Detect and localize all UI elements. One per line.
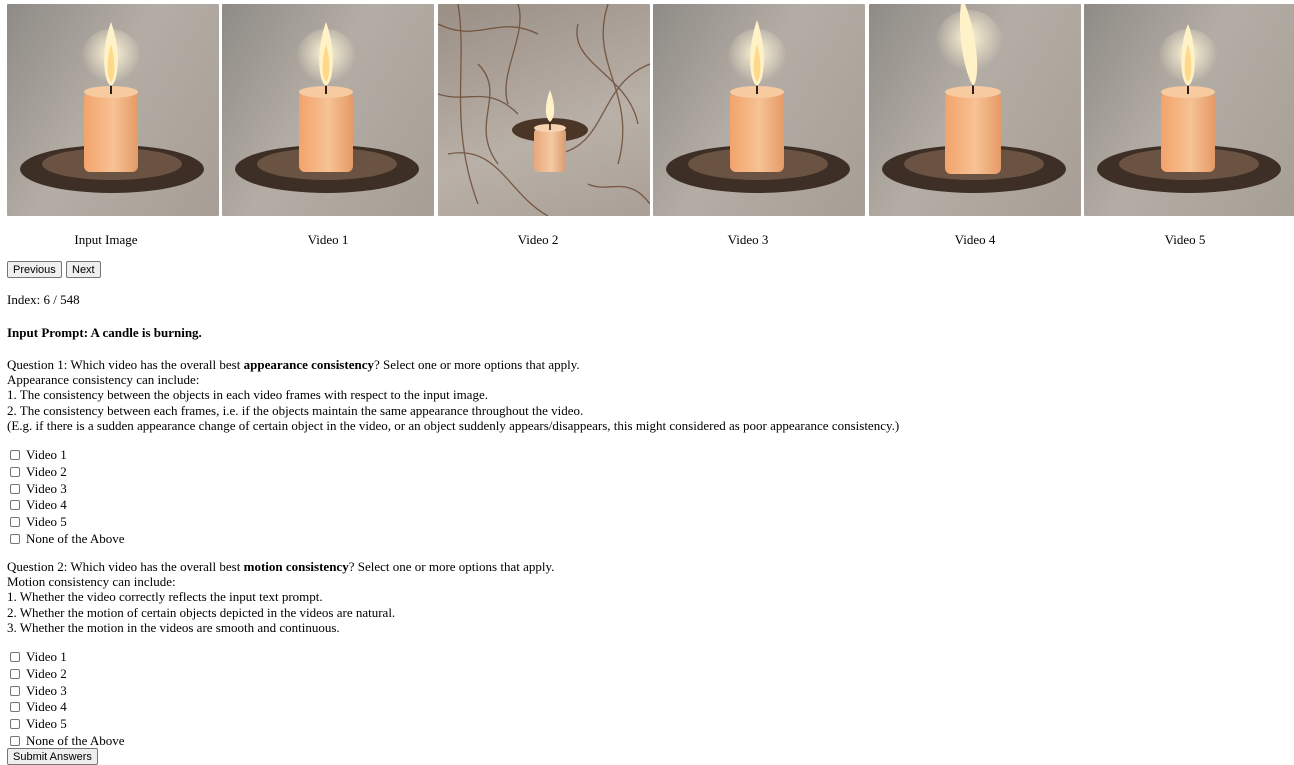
checkbox[interactable]: [10, 500, 20, 511]
checkbox[interactable]: [10, 517, 20, 528]
media-gallery: [7, 4, 1294, 216]
question-1-prefix: Question 1: Which video has the overall …: [7, 357, 244, 372]
question-1-options: Video 1 Video 2 Video 3 Video 4 Video 5 …: [10, 447, 125, 547]
caption-video-5: Video 5: [1164, 232, 1206, 247]
question-1-suffix: ? Select one or more options that apply.: [373, 357, 580, 372]
question-1-line: 2. The consistency between each frames, …: [7, 402, 584, 418]
checkbox[interactable]: [10, 685, 20, 696]
caption-video-2: Video 2: [517, 232, 559, 247]
question-1-text: Question 1: Which video has the overall …: [7, 357, 899, 433]
caption-input-image: Input Image: [74, 232, 138, 247]
checkbox[interactable]: [10, 652, 20, 663]
option-label: Video 4: [26, 699, 67, 715]
question-1-line: (E.g. if there is a sudden appearance ch…: [7, 417, 900, 433]
question-2-line: 1. Whether the video correctly reflects …: [7, 589, 323, 605]
caption-video-1: Video 1: [307, 232, 349, 247]
q2-option-video-5[interactable]: Video 5: [10, 716, 125, 733]
question-2-line: 2. Whether the motion of certain objects…: [7, 604, 396, 620]
q2-option-video-4[interactable]: Video 4: [10, 699, 125, 716]
question-2-line: Motion consistency can include:: [7, 574, 176, 590]
checkbox[interactable]: [10, 483, 20, 494]
question-2-text: Question 2: Which video has the overall …: [7, 559, 554, 635]
question-2-prefix: Question 2: Which video has the overall …: [7, 559, 244, 574]
video-4-thumbnail: [869, 4, 1081, 216]
option-label: None of the Above: [26, 732, 125, 748]
video-3-thumbnail: [653, 4, 865, 216]
question-2-title: Question 2: Which video has the overall …: [7, 559, 554, 574]
input-prompt: Input Prompt: A candle is burning.: [7, 325, 202, 340]
question-2-emphasis: motion consistency: [243, 559, 349, 574]
question-1-line: 1. The consistency between the objects i…: [7, 387, 488, 403]
q2-option-video-1[interactable]: Video 1: [10, 649, 125, 666]
question-1-line: Appearance consistency can include:: [7, 372, 200, 388]
checkbox[interactable]: [10, 467, 20, 478]
q1-option-video-3[interactable]: Video 3: [10, 480, 125, 497]
question-2-line: 3. Whether the motion in the videos are …: [7, 619, 340, 635]
previous-button[interactable]: Previous: [7, 261, 62, 278]
option-label: Video 5: [26, 716, 67, 732]
checkbox[interactable]: [10, 533, 20, 544]
q2-option-video-2[interactable]: Video 2: [10, 666, 125, 683]
question-1-emphasis: appearance consistency: [243, 357, 374, 372]
checkbox[interactable]: [10, 735, 20, 746]
video-1-thumbnail: [222, 4, 434, 216]
caption-video-3: Video 3: [727, 232, 769, 247]
option-label: Video 3: [26, 480, 67, 496]
video-2-thumbnail: [438, 4, 650, 216]
question-1-title: Question 1: Which video has the overall …: [7, 357, 899, 372]
index-indicator: Index: 6 / 548: [7, 292, 80, 307]
q1-option-video-5[interactable]: Video 5: [10, 514, 125, 531]
next-button[interactable]: Next: [66, 261, 101, 278]
question-2-suffix: ? Select one or more options that apply.: [348, 559, 555, 574]
checkbox[interactable]: [10, 719, 20, 730]
q1-option-video-4[interactable]: Video 4: [10, 497, 125, 514]
option-label: Video 2: [26, 464, 67, 480]
q2-option-video-3[interactable]: Video 3: [10, 682, 125, 699]
q1-option-video-2[interactable]: Video 2: [10, 464, 125, 481]
checkbox[interactable]: [10, 450, 20, 461]
option-label: None of the Above: [26, 530, 125, 546]
caption-video-4: Video 4: [954, 232, 996, 247]
input-image: [7, 4, 219, 216]
option-label: Video 5: [26, 514, 67, 530]
option-label: Video 1: [26, 447, 67, 463]
video-5-thumbnail: [1084, 4, 1294, 216]
checkbox[interactable]: [10, 669, 20, 680]
q1-option-none[interactable]: None of the Above: [10, 530, 125, 547]
option-label: Video 2: [26, 666, 67, 682]
option-label: Video 4: [26, 497, 67, 513]
option-label: Video 3: [26, 682, 67, 698]
q1-option-video-1[interactable]: Video 1: [10, 447, 125, 464]
question-2-options: Video 1 Video 2 Video 3 Video 4 Video 5 …: [10, 649, 125, 749]
submit-answers-button[interactable]: Submit Answers: [7, 748, 98, 765]
option-label: Video 1: [26, 649, 67, 665]
checkbox[interactable]: [10, 702, 20, 713]
q2-option-none[interactable]: None of the Above: [10, 732, 125, 749]
